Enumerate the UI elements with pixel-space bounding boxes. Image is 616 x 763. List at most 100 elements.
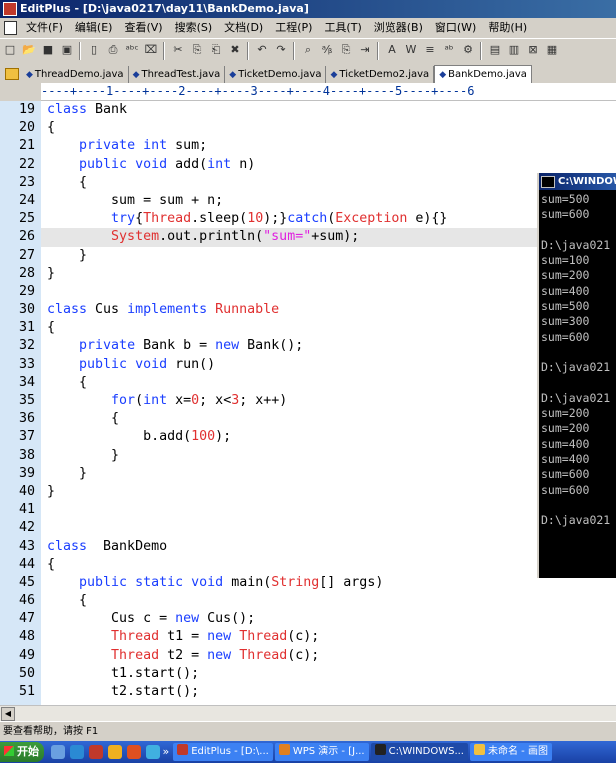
open-icon[interactable]: 📂 [21, 42, 37, 58]
code-line[interactable]: { [41, 374, 616, 392]
code-line[interactable]: sum = sum + n; [41, 192, 616, 210]
tool-quick-icon[interactable] [107, 745, 122, 759]
replace-icon[interactable]: ᵃ⁄ᵦ [319, 42, 335, 58]
paste-icon[interactable]: ⎗ [208, 42, 224, 58]
delete-icon[interactable]: ✖ [227, 42, 243, 58]
menu-item[interactable]: 工程(P) [269, 18, 318, 38]
code-line[interactable]: class Bank [41, 101, 616, 119]
code-line[interactable]: private Bank b = new Bank(); [41, 337, 616, 355]
print-preview-icon[interactable]: ▯ [86, 42, 102, 58]
menu-item[interactable]: 浏览器(B) [368, 18, 429, 38]
code-line[interactable]: Cus c = new Cus(); [41, 610, 616, 628]
menu-item[interactable]: 编辑(E) [69, 18, 119, 38]
view3-icon[interactable]: ▦ [544, 42, 560, 58]
menu-item[interactable]: 文档(D) [218, 18, 269, 38]
abc-icon[interactable]: ᵃᵇ [441, 42, 457, 58]
code-line[interactable]: t2.start(); [41, 683, 616, 701]
horizontal-scrollbar[interactable]: ◀ [0, 705, 616, 721]
view2-icon[interactable]: ▥ [506, 42, 522, 58]
indent-icon[interactable]: ⇥ [357, 42, 373, 58]
taskbar-button[interactable]: 未命名 - 画图 [470, 743, 552, 761]
toolbar-separator [293, 42, 295, 60]
code-line[interactable]: } [41, 465, 616, 483]
file-tab[interactable]: ◆ TicketDemo.java [225, 66, 327, 83]
new-icon[interactable]: □ [2, 42, 18, 58]
code-line[interactable]: System.out.println("sum="+sum); [41, 228, 616, 247]
taskbar-button[interactable]: EditPlus - [D:\... [173, 743, 273, 761]
file-tab[interactable]: ◆ BankDemo.java [434, 65, 532, 83]
browser-icon[interactable]: ⌧ [143, 42, 159, 58]
code-line[interactable]: } [41, 483, 616, 501]
title-bar[interactable]: EditPlus - [D:\java0217\day11\BankDemo.j… [0, 0, 616, 18]
redo-icon[interactable]: ↷ [273, 42, 289, 58]
code-line[interactable]: for(int x=0; x<3; x++) [41, 392, 616, 410]
menu-item[interactable]: 文件(F) [20, 18, 69, 38]
code-token: void [135, 156, 168, 172]
code-line[interactable]: class Cus implements Runnable [41, 301, 616, 319]
code-line[interactable]: { [41, 119, 616, 137]
console-window[interactable]: C:\WINDOWS sum=500sum=600D:\java021sum=1… [537, 173, 616, 578]
clipboard-icon[interactable]: ⎘ [338, 42, 354, 58]
code-line[interactable]: public void add(int n) [41, 156, 616, 174]
menu-item[interactable]: 窗口(W) [429, 18, 482, 38]
close-doc-icon[interactable]: ⊠ [525, 42, 541, 58]
word-wrap-icon[interactable]: W [403, 42, 419, 58]
menu-item[interactable]: 搜索(S) [169, 18, 219, 38]
code-line[interactable]: } [41, 447, 616, 465]
file-tab[interactable]: ◆ TicketDemo2.java [326, 66, 435, 83]
file-tab[interactable]: ◆ ThreadTest.java [129, 66, 226, 83]
code-line[interactable]: t1.start(); [41, 665, 616, 683]
code-line[interactable]: b.add(100); [41, 428, 616, 446]
code-line[interactable] [41, 501, 616, 519]
menu-item[interactable]: 工具(T) [318, 18, 367, 38]
code-line[interactable]: private int sum; [41, 137, 616, 155]
spellcheck-icon[interactable]: ᵃᵇᶜ [124, 42, 140, 58]
code-line[interactable]: { [41, 174, 616, 192]
save-icon[interactable]: ■ [40, 42, 56, 58]
code-line[interactable]: Thread t1 = new Thread(c); [41, 628, 616, 646]
console-title-bar[interactable]: C:\WINDOWS [539, 173, 616, 190]
ie-icon[interactable] [69, 745, 84, 759]
console-line: sum=100 [541, 253, 590, 268]
more-quicklaunch-icon[interactable]: » [163, 744, 170, 760]
font-icon[interactable]: A [384, 42, 400, 58]
editplus-quick-icon[interactable] [88, 745, 103, 759]
menu-item[interactable]: 查看(V) [118, 18, 168, 38]
cut-icon[interactable]: ✂ [170, 42, 186, 58]
folder-icon[interactable] [5, 68, 19, 80]
code-line[interactable]: public void run() [41, 356, 616, 374]
code-line[interactable]: class BankDemo [41, 538, 616, 556]
code-token: n) [231, 156, 256, 172]
messenger-quick-icon[interactable] [145, 745, 160, 759]
code-line[interactable]: } [41, 265, 616, 283]
start-button[interactable]: 开始 [0, 742, 44, 762]
print-icon[interactable]: ⎙ [105, 42, 121, 58]
file-tab[interactable]: ◆ ThreadDemo.java [22, 66, 129, 83]
code-token: t2.start(); [47, 684, 200, 699]
code-line[interactable]: public static void main(String[] args) [41, 574, 616, 592]
code-line[interactable]: { [41, 319, 616, 337]
copy-icon[interactable]: ⎘ [189, 42, 205, 58]
code-line[interactable] [41, 283, 616, 301]
settings-icon[interactable]: ⚙ [460, 42, 476, 58]
code-editor[interactable]: class Bank{ private int sum; public void… [41, 101, 616, 705]
code-line[interactable]: { [41, 556, 616, 574]
wireless-icon[interactable] [50, 745, 65, 759]
code-line[interactable]: try{Thread.sleep(10);}catch(Exception e)… [41, 210, 616, 228]
scroll-left-icon[interactable]: ◀ [1, 707, 15, 721]
menu-item[interactable]: 帮助(H) [482, 18, 533, 38]
taskbar-button[interactable]: C:\WINDOWS... [370, 743, 468, 761]
ruler-icon[interactable]: ≡ [422, 42, 438, 58]
find-icon[interactable]: ⌕ [300, 42, 316, 58]
code-line[interactable]: } [41, 247, 616, 265]
code-line[interactable]: { [41, 410, 616, 428]
code-line[interactable]: { [41, 592, 616, 610]
line-number: 44 [18, 556, 35, 572]
media-quick-icon[interactable] [126, 745, 141, 759]
undo-icon[interactable]: ↶ [254, 42, 270, 58]
code-line[interactable] [41, 519, 616, 537]
taskbar-button[interactable]: WPS 演示 - [J... [274, 743, 369, 761]
code-line[interactable]: Thread t2 = new Thread(c); [41, 647, 616, 665]
view1-icon[interactable]: ▤ [487, 42, 503, 58]
save-all-icon[interactable]: ▣ [59, 42, 75, 58]
